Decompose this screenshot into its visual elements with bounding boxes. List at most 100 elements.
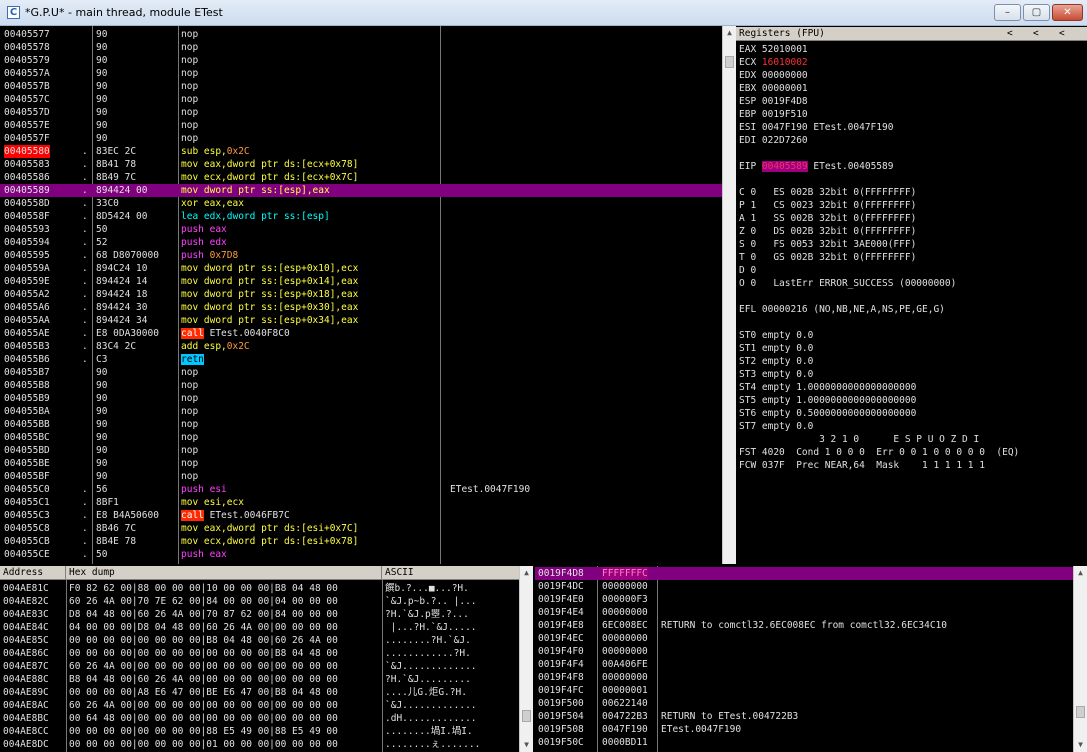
dump-row[interactable]: 004AE82C 60 26 4A 00|70 7E 62 00|84 00 00…: [0, 595, 519, 608]
register-line[interactable]: ST3 empty 0.0: [739, 368, 1084, 381]
stack-row[interactable]: 0019F50C 0000BD11: [535, 736, 1073, 749]
disasm-row[interactable]: 004055B6. C3 retn: [0, 353, 722, 366]
disasm-row[interactable]: 004055A2. 894424 18 mov dword ptr ss:[esp+…: [0, 288, 722, 301]
register-line[interactable]: EBP 0019F510: [739, 108, 1084, 121]
disasm-row[interactable]: 004055BF 90 nop: [0, 470, 722, 483]
disasm-address[interactable]: 00405580: [4, 145, 50, 158]
register-line[interactable]: ST7 empty 0.0: [739, 420, 1084, 433]
disasm-instruction[interactable]: nop: [181, 392, 198, 405]
disasm-row[interactable]: 00405580. 83EC 2C sub esp,0x2C: [0, 145, 722, 158]
stack-address[interactable]: 0019F504: [538, 710, 584, 723]
disasm-instruction[interactable]: nop: [181, 54, 198, 67]
dump-address[interactable]: 004AE85C: [3, 634, 49, 647]
stack-row[interactable]: 0019F4E4 00000000: [535, 606, 1073, 619]
registers-header[interactable]: Registers (FPU) < < <: [736, 27, 1087, 41]
dump-hex[interactable]: 00 00 00 00|00 00 00 00|B8 04 48 00|60 2…: [69, 634, 338, 647]
stack-address[interactable]: 0019F4E0: [538, 593, 584, 606]
maximize-button[interactable]: ▢: [1023, 4, 1050, 21]
disasm-address[interactable]: 004055BD: [4, 444, 50, 457]
dump-ascii[interactable]: ........?H.`&J.: [385, 634, 471, 647]
dump-hex[interactable]: 04 00 00 00|D8 04 48 00|60 26 4A 00|00 0…: [69, 621, 338, 634]
stack-pane[interactable]: 0019F4D8 FFFFFFFC 0019F4DC 00000000 0019F4E0…: [535, 566, 1073, 752]
disasm-row[interactable]: 004055BE 90 nop: [0, 457, 722, 470]
stack-address[interactable]: 0019F500: [538, 697, 584, 710]
disasm-address[interactable]: 004055BC: [4, 431, 50, 444]
disasm-address[interactable]: 004055A6: [4, 301, 50, 314]
disasm-instruction[interactable]: call ETest.0040F8C0: [181, 327, 290, 340]
stack-address[interactable]: 0019F4DC: [538, 580, 584, 593]
stack-row[interactable]: 0019F4F0 00000000: [535, 645, 1073, 658]
disasm-address[interactable]: 00405577: [4, 28, 50, 41]
disasm-address[interactable]: 004055B7: [4, 366, 50, 379]
stack-row[interactable]: 0019F4E8 6EC008EC RETURN to comctl32.6EC00…: [535, 619, 1073, 632]
scroll-thumb[interactable]: [725, 56, 734, 68]
stack-value[interactable]: 00000000: [602, 632, 648, 645]
stack-row[interactable]: 0019F4F8 00000000: [535, 671, 1073, 684]
stack-address[interactable]: 0019F508: [538, 723, 584, 736]
disasm-address[interactable]: 00405594: [4, 236, 50, 249]
stack-value[interactable]: 00000000: [602, 671, 648, 684]
stack-value[interactable]: 00A406FE: [602, 658, 648, 671]
minimize-button[interactable]: –: [994, 4, 1021, 21]
dump-hex[interactable]: 00 00 00 00|00 00 00 00|01 00 00 00|00 0…: [69, 738, 338, 751]
dump-address[interactable]: 004AE8CC: [3, 725, 49, 738]
dump-row[interactable]: 004AE85C 00 00 00 00|00 00 00 00|B8 04 48…: [0, 634, 519, 647]
disasm-row[interactable]: 0040557B 90 nop: [0, 80, 722, 93]
stack-row[interactable]: 0019F4F4 00A406FE: [535, 658, 1073, 671]
disasm-instruction[interactable]: push esi: [181, 483, 227, 496]
disasm-row[interactable]: 004055B7 90 nop: [0, 366, 722, 379]
register-line[interactable]: [739, 147, 1084, 160]
disasm-row[interactable]: 00405595. 68 D8070000 push 0x7D8: [0, 249, 722, 262]
disasm-address[interactable]: 00405579: [4, 54, 50, 67]
disasm-row[interactable]: 0040559E. 894424 14 mov dword ptr ss:[esp+…: [0, 275, 722, 288]
dump-ascii[interactable]: 饌b.?...■...?H.: [385, 582, 469, 595]
dump-address[interactable]: 004AE87C: [3, 660, 49, 673]
dump-row[interactable]: 004AE89C 00 00 00 00|A8 E6 47 00|BE E6 47…: [0, 686, 519, 699]
disasm-address[interactable]: 0040557D: [4, 106, 50, 119]
stack-value[interactable]: 00000000: [602, 606, 648, 619]
dump-scroll-down-icon[interactable]: ▼: [520, 740, 533, 749]
register-line[interactable]: ST2 empty 0.0: [739, 355, 1084, 368]
stack-address[interactable]: 0019F4E8: [538, 619, 584, 632]
disasm-address[interactable]: 0040558D: [4, 197, 50, 210]
disasm-address[interactable]: 004055BF: [4, 470, 50, 483]
dump-row[interactable]: 004AE8CC 00 00 00 00|00 00 00 00|88 E5 49…: [0, 725, 519, 738]
disasm-instruction[interactable]: add esp,0x2C: [181, 340, 250, 353]
dump-scrollbar[interactable]: ▲ ▼: [519, 566, 533, 752]
stack-row[interactable]: 0019F4E0 000000F3: [535, 593, 1073, 606]
dump-col-address[interactable]: Address: [0, 566, 66, 580]
disasm-row[interactable]: 004055AA. 894424 34 mov dword ptr ss:[esp+…: [0, 314, 722, 327]
disasm-row[interactable]: 0040557E 90 nop: [0, 119, 722, 132]
dump-hex[interactable]: D8 04 48 00|60 26 4A 00|70 87 62 00|84 0…: [69, 608, 338, 621]
dump-col-hex[interactable]: Hex dump: [66, 566, 382, 580]
dump-ascii[interactable]: ........ぇ.......: [385, 738, 480, 751]
stack-row[interactable]: 0019F4FC 00000001: [535, 684, 1073, 697]
dump-row[interactable]: 004AE88C B8 04 48 00|60 26 4A 00|00 00 00…: [0, 673, 519, 686]
dump-address[interactable]: 004AE81C: [3, 582, 49, 595]
disasm-address[interactable]: 0040559E: [4, 275, 50, 288]
disasm-instruction[interactable]: nop: [181, 80, 198, 93]
dump-hex[interactable]: 00 00 00 00|00 00 00 00|88 E5 49 00|88 E…: [69, 725, 338, 738]
registers-pane[interactable]: Registers (FPU) < < < EAX 52010001 ECX 1601…: [736, 26, 1087, 564]
stack-scroll-up-icon[interactable]: ▲: [1074, 568, 1087, 577]
disasm-address[interactable]: 00405589: [4, 184, 50, 197]
disasm-address[interactable]: 004055B6: [4, 353, 50, 366]
disasm-instruction[interactable]: nop: [181, 67, 198, 80]
stack-value[interactable]: 000000F3: [602, 593, 648, 606]
stack-row[interactable]: 0019F508 0047F190 ETest.0047F190: [535, 723, 1073, 736]
dump-ascii[interactable]: `&J.............: [385, 660, 477, 673]
disasm-instruction[interactable]: nop: [181, 431, 198, 444]
stack-value[interactable]: 00000000: [602, 645, 648, 658]
disasm-row[interactable]: 004055AE. E8 0DA30000 call ETest.0040F8C0: [0, 327, 722, 340]
stack-scrollbar[interactable]: ▲ ▼: [1073, 566, 1087, 752]
disasm-address[interactable]: 004055BB: [4, 418, 50, 431]
dump-scroll-thumb[interactable]: [522, 710, 531, 722]
dump-hex[interactable]: 60 26 4A 00|00 00 00 00|00 00 00 00|00 0…: [69, 699, 338, 712]
disasm-row[interactable]: 0040557F 90 nop: [0, 132, 722, 145]
stack-row[interactable]: 0019F4EC 00000000: [535, 632, 1073, 645]
disassembly-pane[interactable]: 00405577 90 nop 00405578 90 nop 00405579 90 nop 0…: [0, 26, 722, 564]
disasm-row[interactable]: 004055C8. 8B46 7C mov eax,dword ptr ds:[es…: [0, 522, 722, 535]
register-line[interactable]: ST1 empty 0.0: [739, 342, 1084, 355]
disasm-address[interactable]: 00405586: [4, 171, 50, 184]
disasm-instruction[interactable]: mov dword ptr ss:[esp+0x30],eax: [181, 301, 358, 314]
